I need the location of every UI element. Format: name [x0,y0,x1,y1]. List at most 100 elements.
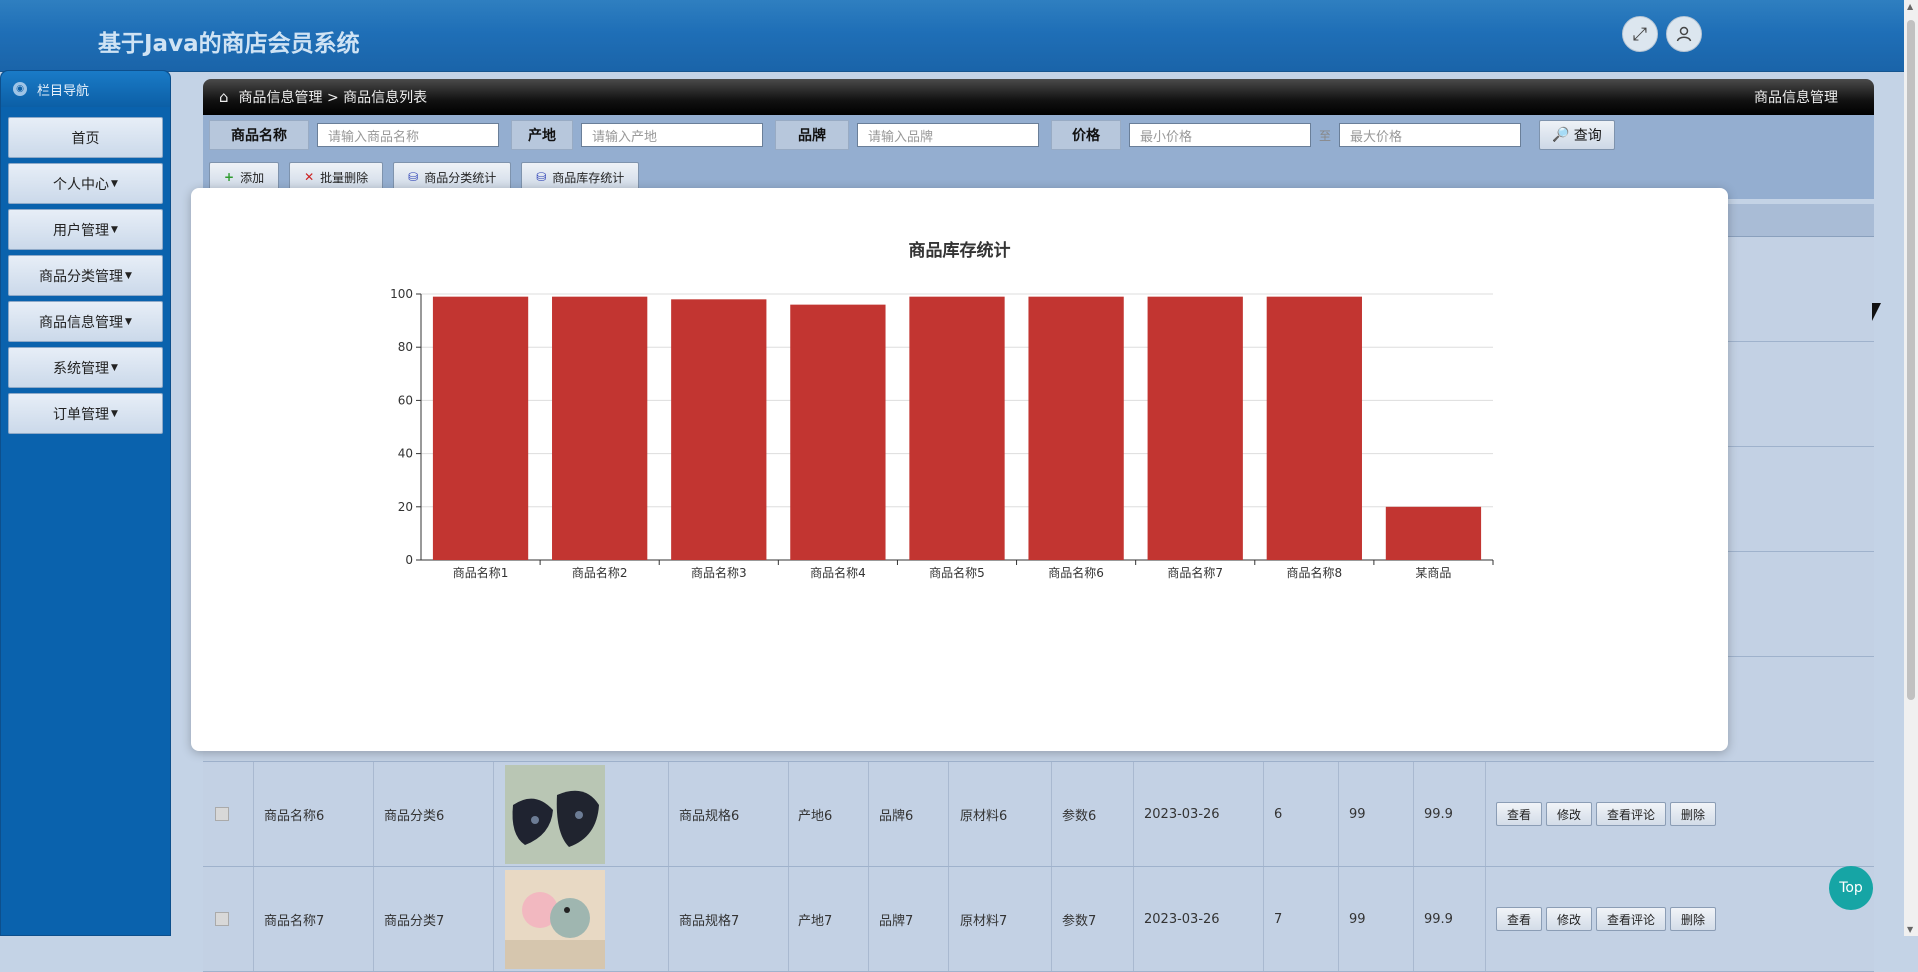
x-tick-label: 商品名称6 [1048,565,1104,580]
expand-arrows-icon: ⤢ [1632,23,1648,45]
plus-icon: + [224,170,235,184]
product-price: 99.9 [1424,911,1453,927]
origin-search-input[interactable]: 请输入产地 [581,123,763,147]
user-icon [1676,26,1692,42]
batch-delete-label: 批量删除 [320,170,369,185]
app-header: 基于Java的商店会员系统 ⤢ [0,0,1904,72]
y-tick-label: 40 [398,447,413,461]
product-brand: 品牌7 [879,913,914,929]
y-tick-label: 80 [398,340,413,354]
product-stock: 99 [1349,806,1366,822]
product-name: 商品名称7 [264,913,325,929]
scrollbar-thumb[interactable] [1907,20,1915,700]
product-image [505,870,605,969]
caret-down-icon: ▼ [125,270,132,281]
sidebar: ◉ 栏目导航 首页 个人中心 ▼ 用户管理 ▼ 商品分类管理 ▼ 商品信息管理 ▼ 系统管理 ▼ 订单… [0,70,171,936]
caret-down-icon: ▼ [111,178,118,189]
breadcrumb: ⌂ 商品信息管理 > 商品信息列表 商品信息管理 [203,79,1874,115]
home-icon[interactable]: ⌂ [219,88,229,106]
query-button[interactable]: 🔎 查询 [1539,120,1616,150]
product-param: 参数6 [1062,808,1097,824]
product-origin: 产地6 [798,808,833,824]
database-icon: ⛁ [408,170,419,184]
nav-toggle-icon[interactable]: ◉ [13,82,27,96]
x-tick-label: 商品名称3 [691,565,747,580]
sidebar-title: 栏目导航 [37,83,90,99]
delete-button[interactable]: 删除 [1670,907,1717,931]
sidebar-item-label: 系统管理 [53,360,110,377]
sidebar-item-5[interactable]: 系统管理 ▼ [8,347,163,388]
delete-x-icon: ✕ [304,170,315,184]
y-tick-label: 0 [405,553,413,567]
sidebar-item-0[interactable]: 首页 [8,117,163,158]
stock-stats-label: 商品库存统计 [552,170,625,185]
view-button[interactable]: 查看 [1496,907,1543,931]
sidebar-item-label: 首页 [71,130,100,147]
min-price-input[interactable]: 最小价格 [1129,123,1311,147]
sidebar-header: ◉ 栏目导航 [1,71,170,107]
brand-label: 品牌 [775,120,849,150]
page-scrollbar[interactable]: ▲ ▼ [1904,0,1918,936]
bar [1266,296,1362,560]
bar [1147,296,1243,560]
x-tick-label: 商品名称2 [572,565,628,580]
x-tick-label: 商品名称8 [1287,565,1343,580]
x-tick-label: 商品名称5 [929,565,985,580]
sidebar-item-4[interactable]: 商品信息管理 ▼ [8,301,163,342]
origin-label: 产地 [511,120,573,150]
stock-bar-chart: 0 20 40 60 80 100 商品名称1 商品名称2 商品名称3 商品名称4 商品名称5 商品名… [390,287,1494,580]
product-date: 2023-03-26 [1144,911,1220,927]
y-tick-label: 20 [398,500,413,514]
back-to-top-button[interactable]: Top [1829,866,1873,910]
scroll-up-arrow-icon[interactable]: ▲ [1907,2,1913,11]
row-checkbox[interactable] [215,807,229,821]
stock-stats-modal: 商品库存统计 0 20 40 60 80 100 商品名称1 商品名称2 商品名称3 商品名称4 商… [191,188,1728,751]
breadcrumb-current: 商品信息管理 [1754,90,1838,106]
name-label: 商品名称 [209,120,309,150]
caret-down-icon: ▼ [111,224,118,235]
sidebar-item-label: 个人中心 [53,176,110,193]
query-button-label: 查询 [1573,128,1602,144]
product-number: 6 [1274,806,1283,822]
add-button-label: 添加 [240,170,265,185]
price-label: 价格 [1051,120,1121,150]
y-tick-label: 100 [390,287,413,301]
product-category: 商品分类7 [384,913,445,929]
sidebar-item-label: 订单管理 [53,406,110,423]
x-tick-label: 某商品 [1415,565,1451,580]
product-spec: 商品规格6 [679,808,740,824]
edit-button[interactable]: 修改 [1546,907,1593,931]
bar [1385,506,1482,560]
bar [909,296,1005,560]
x-tick-label: 商品名称4 [810,565,866,580]
product-origin: 产地7 [798,913,833,929]
view-reviews-button[interactable]: 查看评论 [1596,907,1667,931]
view-reviews-button[interactable]: 查看评论 [1596,802,1667,826]
category-stats-label: 商品分类统计 [424,170,497,185]
product-category: 商品分类6 [384,808,445,824]
scroll-down-arrow-icon[interactable]: ▼ [1907,925,1913,934]
product-spec: 商品规格7 [679,913,740,929]
name-search-input[interactable]: 请输入商品名称 [317,123,499,147]
sidebar-item-6[interactable]: 订单管理 ▼ [8,393,163,434]
table-row: 商品名称6 商品分类6 商品规格6 产地6 品牌6 原材料6 参数6 2023-… [203,762,1874,867]
edit-button[interactable]: 修改 [1546,802,1593,826]
range-separator: 至 [1319,128,1332,143]
bar [552,296,648,560]
fullscreen-button[interactable]: ⤢ [1622,16,1658,52]
sidebar-item-3[interactable]: 商品分类管理 ▼ [8,255,163,296]
brand-search-input[interactable]: 请输入品牌 [857,123,1039,147]
product-material: 原材料6 [960,808,1008,824]
y-tick-label: 60 [398,393,413,407]
caret-down-icon: ▼ [111,408,118,419]
delete-button[interactable]: 删除 [1670,802,1717,826]
row-checkbox[interactable] [215,912,229,926]
user-menu-button[interactable] [1666,16,1702,52]
sidebar-item-2[interactable]: 用户管理 ▼ [8,209,163,250]
view-button[interactable]: 查看 [1496,802,1543,826]
product-name: 商品名称6 [264,808,325,824]
sidebar-item-1[interactable]: 个人中心 ▼ [8,163,163,204]
product-stock: 99 [1349,911,1366,927]
max-price-input[interactable]: 最大价格 [1339,123,1522,147]
sidebar-item-label: 用户管理 [53,222,110,239]
